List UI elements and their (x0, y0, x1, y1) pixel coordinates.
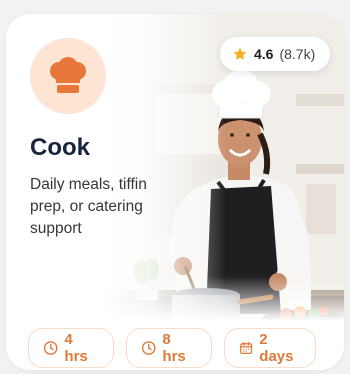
rating-score: 4.6 (254, 46, 274, 62)
star-icon (233, 47, 247, 60)
clock-icon (43, 341, 58, 355)
chef-hat-icon (50, 57, 86, 93)
rating-count: (8.7k) (279, 46, 316, 62)
service-title: Cook (30, 134, 90, 161)
duration-label: 2 days (259, 331, 294, 365)
photo-fade-bottom (6, 276, 344, 326)
duration-chip-2days[interactable]: 2 days (224, 328, 316, 368)
duration-label: 4 hrs (64, 331, 88, 365)
duration-label: 8 hrs (162, 331, 186, 365)
calendar-icon (240, 341, 253, 355)
service-icon-container (30, 38, 106, 114)
service-card-cook[interactable]: 4.6 (8.7k) Cook Daily meals, tiffin prep… (6, 14, 344, 370)
rating-badge: 4.6 (8.7k) (220, 37, 330, 71)
duration-options: 4 hrs 8 hrs 2 days (28, 328, 316, 368)
duration-chip-8hrs[interactable]: 8 hrs (126, 328, 212, 368)
duration-chip-4hrs[interactable]: 4 hrs (28, 328, 114, 368)
clock-icon (141, 341, 156, 355)
service-description: Daily meals, tiffin prep, or catering su… (30, 176, 147, 237)
